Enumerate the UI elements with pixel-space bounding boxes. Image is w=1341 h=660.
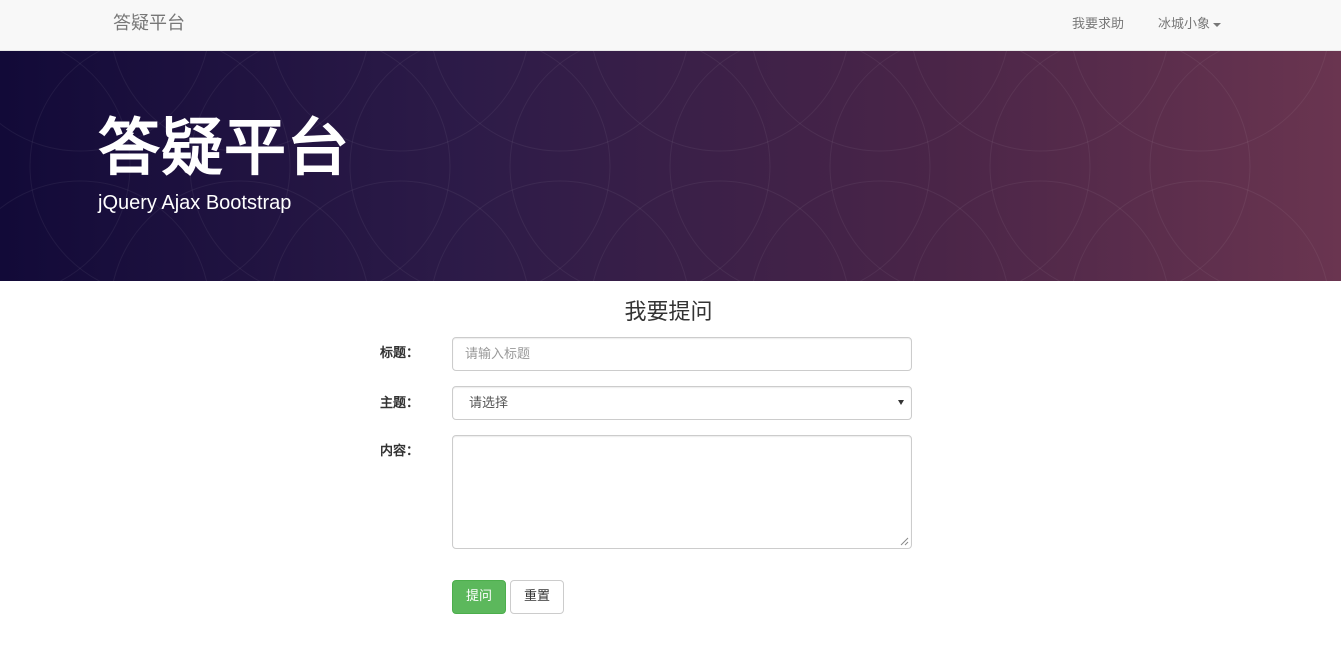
hero-subtitle: jQuery Ajax Bootstrap xyxy=(98,192,292,214)
resize-grip-icon[interactable] xyxy=(900,537,909,546)
brand-link[interactable]: 答疑平台 xyxy=(113,13,185,35)
title-input[interactable] xyxy=(452,337,912,371)
topic-select[interactable]: 请选择 xyxy=(452,386,912,420)
form-heading: 我要提问 xyxy=(624,300,713,325)
user-menu-label: 冰城小象 xyxy=(1158,17,1211,32)
content-textarea[interactable] xyxy=(452,435,912,549)
topic-selected-value: 请选择 xyxy=(469,396,509,411)
help-link[interactable]: 我要求助 xyxy=(1072,16,1124,34)
title-label: 标题： xyxy=(380,346,420,361)
reset-button[interactable]: 重置 xyxy=(510,580,564,614)
submit-button[interactable]: 提问 xyxy=(452,580,506,614)
content-label: 内容： xyxy=(380,444,420,459)
chevron-down-icon xyxy=(898,400,904,405)
navbar: 答疑平台 我要求助 冰城小象 xyxy=(0,0,1341,51)
hero-banner: 答疑平台 jQuery Ajax Bootstrap xyxy=(0,51,1341,281)
topic-label: 主题： xyxy=(380,396,420,411)
user-menu-toggle[interactable]: 冰城小象 xyxy=(1158,16,1222,34)
hero-title: 答疑平台 xyxy=(98,111,351,184)
caret-down-icon xyxy=(1213,22,1222,27)
